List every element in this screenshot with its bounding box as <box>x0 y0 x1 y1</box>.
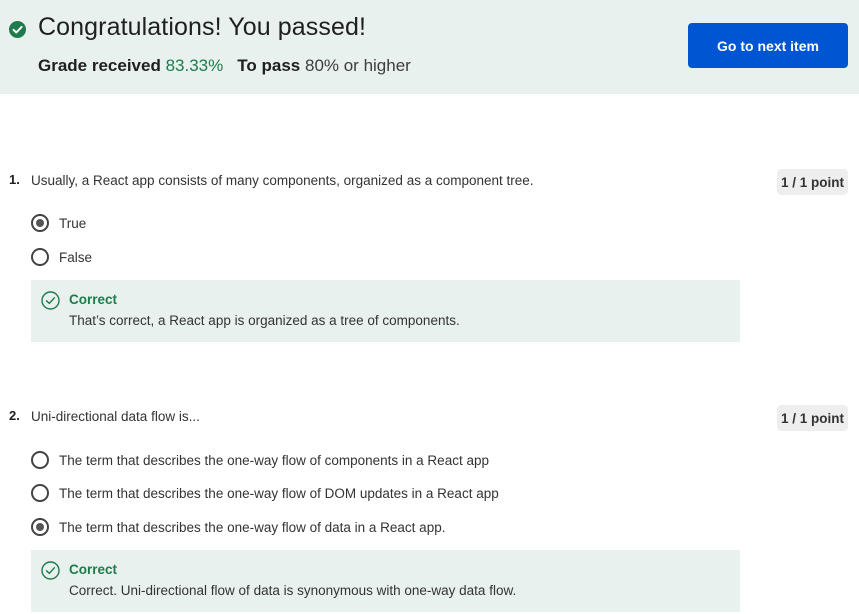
question-text: Usually, a React app consists of many co… <box>31 173 534 188</box>
answer-option-components[interactable]: The term that describes the one-way flow… <box>31 449 489 471</box>
option-label: The term that describes the one-way flow… <box>59 452 489 468</box>
radio-unselected-icon[interactable] <box>31 451 49 469</box>
answer-option-data[interactable]: The term that describes the one-way flow… <box>31 516 445 538</box>
option-label: The term that describes the one-way flow… <box>59 519 446 535</box>
feedback-title: Correct <box>69 292 118 307</box>
feedback-text: Correct. Uni-directional flow of data is… <box>69 583 517 598</box>
answer-option-true[interactable]: True <box>31 212 86 234</box>
feedback-box: Correct Correct. Uni-directional flow of… <box>31 550 740 612</box>
check-circle-icon <box>9 21 26 38</box>
radio-unselected-icon[interactable] <box>31 484 49 502</box>
correct-check-icon <box>41 291 60 310</box>
radio-selected-icon[interactable] <box>31 214 49 232</box>
points-badge: 1 / 1 point <box>777 169 848 195</box>
grade-label: Grade received <box>38 56 161 75</box>
radio-unselected-icon[interactable] <box>31 248 49 266</box>
question-text: Uni-directional data flow is... <box>31 409 200 424</box>
answer-option-dom-updates[interactable]: The term that describes the one-way flow… <box>31 482 499 504</box>
option-label: The term that describes the one-way flow… <box>59 485 499 501</box>
option-label: False <box>59 249 93 265</box>
radio-selected-icon[interactable] <box>31 518 49 536</box>
grade-value: 83.33% <box>165 56 224 75</box>
pass-value: 80% or higher <box>304 56 411 75</box>
go-to-next-item-button[interactable]: Go to next item <box>688 23 848 68</box>
correct-check-icon <box>41 561 60 580</box>
points-badge: 1 / 1 point <box>777 405 848 431</box>
feedback-box: Correct That’s correct, a React app is o… <box>31 280 740 342</box>
grade-summary: Grade received 83.33% To pass 80% or high… <box>38 56 411 76</box>
option-label: True <box>59 215 87 231</box>
answer-option-false[interactable]: False <box>31 246 92 268</box>
question-number: 2. <box>9 408 20 423</box>
question-number: 1. <box>9 172 20 187</box>
feedback-text: That’s correct, a React app is organized… <box>69 313 460 328</box>
pass-label: To pass <box>237 56 301 75</box>
pass-title: Congratulations! You passed! <box>38 13 367 41</box>
feedback-title: Correct <box>69 562 118 577</box>
result-banner: Congratulations! You passed! Grade recei… <box>0 0 859 94</box>
